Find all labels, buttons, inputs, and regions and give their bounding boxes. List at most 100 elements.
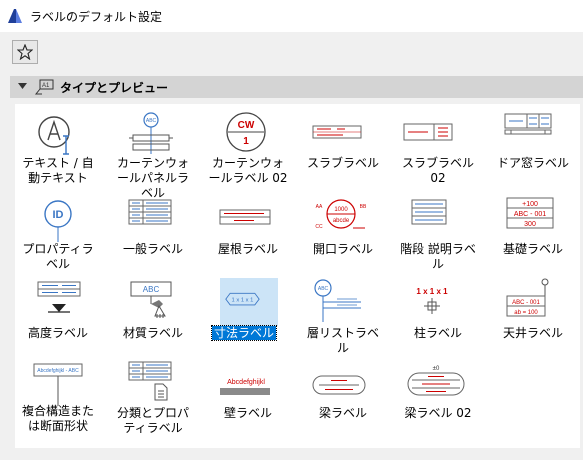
ab100-text: ab = 100 xyxy=(514,310,538,316)
window-title: ラベルのデフォルト設定 xyxy=(30,10,163,24)
beam-label-icon xyxy=(312,375,366,395)
abc001-text: ABC - 001 xyxy=(512,300,540,306)
general-label-icon xyxy=(128,199,172,225)
curtain-wall-label-icon: CW 1 xyxy=(226,112,266,152)
label-type-wall[interactable]: Abcdefghijkl 壁ラベル xyxy=(208,356,288,434)
label-type-elevation[interactable]: 高度ラベル xyxy=(18,276,98,354)
label-type-text[interactable]: テキスト / 自動テキスト xyxy=(18,106,98,185)
label-type-name: スラブラベル 02 xyxy=(401,156,474,185)
dim-text: 1 x 1 x 1 xyxy=(232,297,254,303)
plus100-text: +100 xyxy=(522,201,538,208)
abc-text: ABC xyxy=(318,286,329,292)
bb-text: BB xyxy=(360,204,367,210)
label-type-beam[interactable]: 梁ラベル xyxy=(303,356,383,434)
label-type-name: ドア窓ラベル xyxy=(496,156,569,170)
label-type-name: テキスト / 自動テキスト xyxy=(22,156,94,185)
label-type-name: 梁ラベル xyxy=(318,406,367,420)
label-type-cw02[interactable]: CW 1 カーテンウォールラベル 02 xyxy=(208,106,288,185)
label-type-column[interactable]: 1 x 1 x 1 柱ラベル xyxy=(398,276,478,354)
collapse-triangle-icon[interactable] xyxy=(18,82,27,90)
abcde-text: abcde xyxy=(333,218,350,224)
text-label-icon xyxy=(38,116,70,155)
label-type-ceiling[interactable]: ABC - 001 ab = 100 天井ラベル xyxy=(493,276,573,354)
elevation-label-icon xyxy=(37,281,81,313)
foundation-label-icon: +100 ABC - 001 300 xyxy=(506,197,554,229)
label-type-door-window[interactable]: ドア窓ラベル xyxy=(493,106,573,184)
dimension-label-icon: 1 x 1 x 1 xyxy=(220,278,278,326)
label-tool-icon: A1 xyxy=(34,79,54,95)
label-type-name: 開口ラベル xyxy=(312,242,373,256)
curtain-wall-panel-icon: ABC xyxy=(129,112,173,154)
label-type-name-selected: 寸法ラベル xyxy=(210,325,278,341)
abcdef-text: Abcdefghijkl xyxy=(227,379,265,386)
label-type-name: 天井ラベル xyxy=(502,326,563,340)
svg-text:A1: A1 xyxy=(42,83,50,89)
aa-text: AA xyxy=(316,204,323,210)
title-bar: ラベルのデフォルト設定 xyxy=(0,0,583,32)
label-type-roof[interactable]: 屋根ラベル xyxy=(208,192,288,270)
label-type-foundation[interactable]: +100 ABC - 001 300 基礎ラベル xyxy=(493,192,573,270)
label-type-cw-panel[interactable]: ABC カーテンウォールパネルラベル xyxy=(113,106,193,200)
roof-label-icon xyxy=(219,209,271,225)
stair-label-icon xyxy=(411,199,447,225)
archicad-app-icon xyxy=(8,9,22,23)
slab-label-02-icon xyxy=(403,123,453,141)
material-label-icon: ABC xyxy=(130,281,172,318)
label-type-name: 一般ラベル xyxy=(122,242,183,256)
label-type-opening[interactable]: 1000 abcde AA BB CC 開口ラベル xyxy=(303,192,383,270)
label-type-name: 分類とプロパティラベル xyxy=(116,406,189,435)
id-text: ID xyxy=(53,209,64,221)
label-type-name: 壁ラベル xyxy=(223,406,272,420)
label-type-beam02[interactable]: ±0 梁ラベル 02 xyxy=(398,356,478,434)
slab-label-icon xyxy=(312,125,362,139)
composite-label-icon: Abcdefghijkl - ABC xyxy=(33,363,83,406)
label-type-property[interactable]: ID プロパティラベル xyxy=(18,192,98,271)
cc-text: CC xyxy=(315,224,323,230)
panel-header-types-preview[interactable]: A1 タイプとプレビュー xyxy=(10,76,583,98)
star-icon xyxy=(17,44,33,60)
label-type-name: 層リストラベル xyxy=(306,326,379,355)
favorites-button[interactable] xyxy=(12,40,38,64)
property-label-icon: ID xyxy=(44,200,72,242)
one-text: 1 xyxy=(243,136,249,147)
door-window-label-icon xyxy=(504,113,552,135)
label-type-layer-list[interactable]: ABC 層リストラベル xyxy=(303,276,383,355)
beam-label-02-icon: ±0 xyxy=(407,366,465,396)
label-type-slab[interactable]: スラブラベル xyxy=(303,106,383,184)
abc-text: ABC xyxy=(146,118,157,124)
panel-title: タイプとプレビュー xyxy=(60,81,169,95)
opening-label-icon: 1000 abcde AA BB CC xyxy=(315,199,367,230)
label-type-name: プロパティラベル xyxy=(22,242,94,271)
classification-property-icon xyxy=(128,361,172,401)
label-type-name: 高度ラベル xyxy=(27,326,88,340)
label-type-name: 柱ラベル xyxy=(413,326,462,340)
col-text: 1 x 1 x 1 xyxy=(416,287,448,296)
label-type-grid: テキスト / 自動テキスト ABC カーテンウォールパネルラベル CW 1 カー… xyxy=(15,104,580,448)
300-text: 300 xyxy=(524,221,536,228)
abc-text: ABC xyxy=(143,285,160,294)
label-type-name: カーテンウォールラベル 02 xyxy=(208,156,288,185)
label-type-name: 屋根ラベル xyxy=(217,242,278,256)
column-label-icon: 1 x 1 x 1 xyxy=(416,287,448,314)
layer-list-label-icon: ABC xyxy=(314,279,361,322)
composite-text: Abcdefghijkl - ABC xyxy=(37,368,79,374)
label-type-material[interactable]: ABC 材質ラベル xyxy=(113,276,193,354)
label-type-name: 基礎ラベル xyxy=(502,242,563,256)
ceiling-label-icon: ABC - 001 ab = 100 xyxy=(506,278,549,317)
label-type-name: 階段 説明ラベル xyxy=(400,242,476,271)
label-type-composite[interactable]: Abcdefghijkl - ABC 複合構造または断面形状 xyxy=(18,356,98,434)
label-type-name: スラブラベル xyxy=(306,156,379,170)
label-type-stair[interactable]: 階段 説明ラベル xyxy=(398,192,478,271)
wall-label-icon: Abcdefghijkl xyxy=(220,379,270,395)
abc001-text: ABC - 001 xyxy=(514,211,546,218)
label-type-slab02[interactable]: スラブラベル 02 xyxy=(398,106,478,185)
pm0-text: ±0 xyxy=(433,366,440,372)
label-type-name: 複合構造または断面形状 xyxy=(21,404,94,433)
label-type-name: 材質ラベル xyxy=(122,326,183,340)
label-type-general[interactable]: 一般ラベル xyxy=(113,192,193,270)
1000-text: 1000 xyxy=(334,207,348,213)
label-type-dimension[interactable]: 1 x 1 x 1 寸法ラベル xyxy=(208,276,288,354)
cw-text: CW xyxy=(238,120,255,131)
label-type-name: 梁ラベル 02 xyxy=(404,406,472,420)
label-type-class-property[interactable]: 分類とプロパティラベル xyxy=(113,356,193,435)
